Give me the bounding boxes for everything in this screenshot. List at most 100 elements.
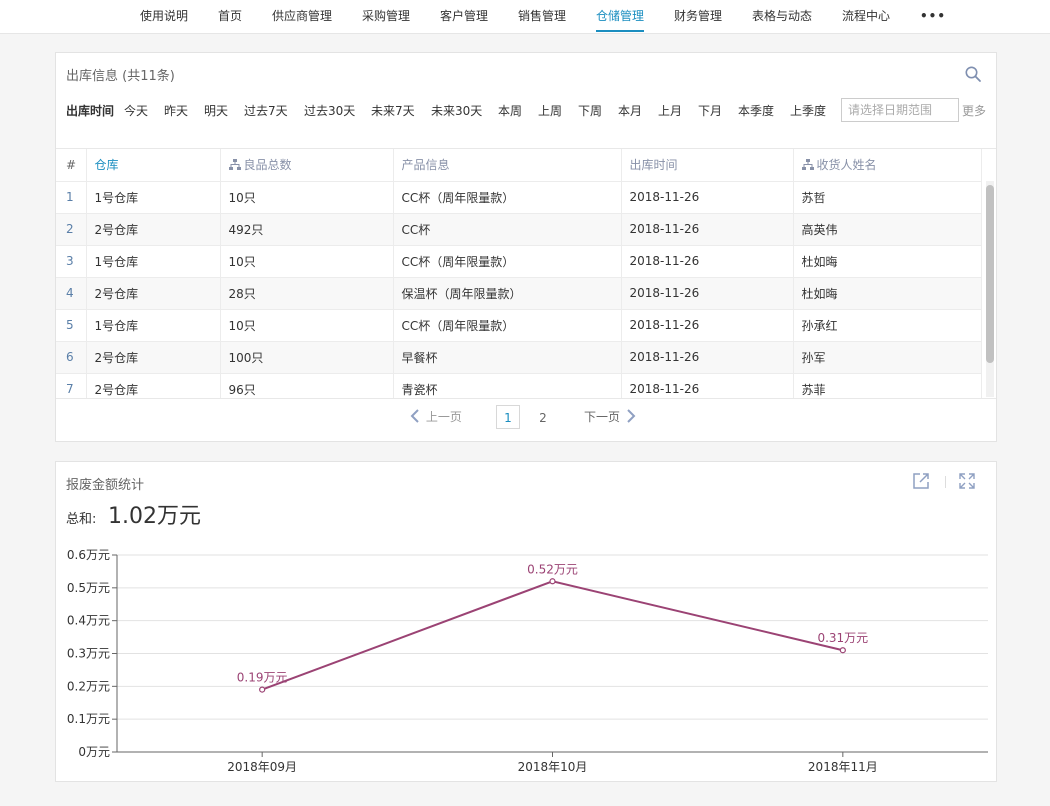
page-button-1[interactable]: 1 [496,405,520,429]
nav-item-tables[interactable]: 表格与动态 [752,0,812,34]
cell-warehouse: 2号仓库 [86,373,221,398]
scrollbar-thumb[interactable] [986,185,994,363]
y-tick-label: 0.6万元 [67,548,110,562]
tool-divider [945,476,946,488]
filter-option[interactable]: 上周 [538,101,562,121]
fullscreen-icon[interactable] [958,472,976,490]
cell-warehouse: 2号仓库 [86,277,221,310]
nav-item-finance[interactable]: 财务管理 [674,0,722,34]
column-header-warehouse[interactable]: 仓库 [86,149,221,182]
cell-good-quantity: 492只 [220,213,394,246]
cell-warehouse: 1号仓库 [86,181,221,214]
chevron-right-icon [627,409,636,423]
column-header-index: # [56,149,87,182]
cell-outbound-time: 2018-11-26 [621,309,794,342]
next-page-button[interactable]: 下一页 [584,405,638,429]
prev-page-button[interactable]: 上一页 [408,405,462,429]
open-external-icon[interactable] [912,472,930,490]
cell-recipient: 孙军 [793,341,982,374]
nav-item-guide[interactable]: 使用说明 [140,0,188,34]
nav-item-workflow[interactable]: 流程中心 [842,0,890,34]
cell-index: 5 [56,309,87,342]
filter-option[interactable]: 昨天 [164,101,188,121]
column-header-label: 良品总数 [243,158,292,173]
filter-more-link[interactable]: 更多 [962,101,986,121]
scrap-panel: 报废金额统计 总和: 1.02万元 0万元 0.1万元 0.2万元 0.3万元 0.4万… [55,461,997,782]
filter-option[interactable]: 上季度 [790,101,826,121]
cell-index: 1 [56,181,87,214]
scrap-title: 报废金额统计 [66,478,145,493]
filter-option[interactable]: 下周 [578,101,602,121]
cell-good-quantity: 100只 [220,341,394,374]
filter-option[interactable]: 明天 [204,101,228,121]
cell-recipient: 杜如晦 [793,245,982,278]
filter-option[interactable]: 本周 [498,101,522,121]
nav-item-purchasing[interactable]: 采购管理 [362,0,410,34]
filter-option[interactable]: 未来30天 [431,101,482,121]
filter-option[interactable]: 未来7天 [371,101,415,121]
filter-label: 出库时间 [66,104,115,118]
filter-option[interactable]: 今天 [124,101,148,121]
column-header-good-quantity[interactable]: 良品总数 [220,149,394,182]
cell-outbound-time: 2018-11-26 [621,373,794,398]
prev-page-label: 上一页 [425,410,462,424]
y-tick-label: 0万元 [78,745,110,759]
table-row[interactable]: 3 1号仓库 10只 CC杯（周年限量款） 2018-11-26 杜如晦 [56,245,982,278]
outbound-panel: 出库信息 (共11条) 出库时间 今天 昨天 明天 过去7天 过去30天 未来7… [55,52,997,442]
next-page-label: 下一页 [584,410,621,424]
cell-product-info: 青瓷杯 [393,373,622,398]
cell-good-quantity: 10只 [220,181,394,214]
cell-recipient: 高英伟 [793,213,982,246]
filter-option[interactable]: 上月 [658,101,682,121]
filter-option[interactable]: 本季度 [738,101,774,121]
y-tick-label: 0.5万元 [67,581,110,595]
nav-item-suppliers[interactable]: 供应商管理 [272,0,332,34]
search-icon[interactable] [964,65,982,83]
cell-recipient: 孙承红 [793,309,982,342]
nav-item-customers[interactable]: 客户管理 [440,0,488,34]
y-tick-label: 0.2万元 [67,679,110,693]
cell-warehouse: 1号仓库 [86,309,221,342]
column-header-recipient[interactable]: 收货人姓名 [793,149,982,182]
cell-good-quantity: 10只 [220,309,394,342]
x-tick-label: 2018年09月 [227,760,297,774]
column-header-outbound-time[interactable]: 出库时间 [621,149,794,182]
cell-product-info: 早餐杯 [393,341,622,374]
hierarchy-icon [801,159,814,171]
nav-item-sales[interactable]: 销售管理 [518,0,566,34]
table-row[interactable]: 1 1号仓库 10只 CC杯（周年限量款） 2018-11-26 苏哲 [56,181,982,214]
data-point [259,686,266,693]
data-point [839,647,846,654]
date-filter-bar: 出库时间 今天 昨天 明天 过去7天 过去30天 未来7天 未来30天 本周 上… [66,98,991,122]
y-tick-label: 0.1万元 [67,712,110,726]
cell-outbound-time: 2018-11-26 [621,245,794,278]
data-label: 0.52万元 [527,562,578,576]
cell-good-quantity: 28只 [220,277,394,310]
filter-option[interactable]: 下月 [698,101,722,121]
date-range-input[interactable] [841,98,959,122]
table-header-row: # 仓库 良品总数 产品信息 出库时间 收货人姓名 [56,149,982,182]
cell-index: 6 [56,341,87,374]
table-row[interactable]: 6 2号仓库 100只 早餐杯 2018-11-26 孙军 [56,341,982,374]
table-row[interactable]: 7 2号仓库 96只 青瓷杯 2018-11-26 苏菲 [56,373,982,398]
filter-option[interactable]: 过去30天 [304,101,355,121]
nav-item-warehouse[interactable]: 仓储管理 [596,0,645,34]
table-scrollbar[interactable] [986,181,994,397]
column-header-product-info[interactable]: 产品信息 [393,149,622,182]
table-row[interactable]: 2 2号仓库 492只 CC杯 2018-11-26 高英伟 [56,213,982,246]
cell-good-quantity: 96只 [220,373,394,398]
page-button-2[interactable]: 2 [531,405,555,429]
table-row[interactable]: 5 1号仓库 10只 CC杯（周年限量款） 2018-11-26 孙承红 [56,309,982,342]
series-line [261,580,844,691]
cell-index: 2 [56,213,87,246]
filter-option[interactable]: 过去7天 [244,101,288,121]
filter-option[interactable]: 本月 [618,101,642,121]
outbound-title: 出库信息 (共11条) [66,69,175,84]
nav-item-home[interactable]: 首页 [218,0,242,34]
cell-index: 3 [56,245,87,278]
cell-product-info: CC杯（周年限量款） [393,245,622,278]
nav-more-button[interactable]: ••• [920,0,946,34]
table-row[interactable]: 4 2号仓库 28只 保温杯（周年限量款） 2018-11-26 杜如晦 [56,277,982,310]
column-header-label: 收货人姓名 [816,158,877,173]
pagination: 上一页 1 2 下一页 [56,405,996,435]
